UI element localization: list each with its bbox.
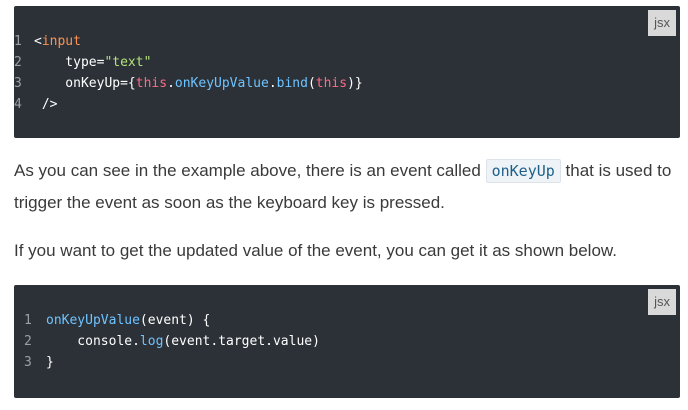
code-token: (event) { — [139, 313, 211, 328]
line-number: 2 — [24, 334, 32, 349]
code-line: 3} — [14, 352, 320, 373]
code-block-1: jsx 1 <input 2 type="text" 3 onKeyUp={this.… — [14, 6, 680, 138]
code-token: < — [34, 34, 42, 49]
code-token: console. — [46, 334, 140, 349]
code-lines: 1 <input 2 type="text" 3 onKeyUp={this.onKe… — [14, 31, 363, 115]
code-line: 1 onKeyUpValue(event) { — [14, 310, 320, 331]
code-token: onKeyUpValue — [174, 76, 269, 91]
code-token: "text" — [104, 55, 152, 70]
language-badge: jsx — [648, 10, 676, 36]
code-token: this — [135, 76, 168, 91]
code-token: /> — [34, 97, 58, 112]
code-token: ( — [307, 76, 316, 91]
code-line: 2 console.log(event.target.value) — [14, 331, 320, 352]
code-token: bind — [276, 76, 308, 91]
code-token: log — [139, 334, 164, 349]
language-badge: jsx — [648, 289, 676, 315]
line-number: 2 — [14, 55, 22, 70]
paragraph-event-description: As you can see in the example above, the… — [14, 155, 674, 219]
paragraph-text-before: As you can see in the example above, the… — [14, 161, 486, 180]
code-token: } — [46, 355, 54, 370]
inline-code-onkeyup: onKeyUp — [485, 159, 561, 183]
code-line: 2 type="text" — [14, 52, 363, 73]
code-line: 1 <input — [14, 31, 363, 52]
code-token: . — [268, 76, 277, 91]
code-line: 3 onKeyUp={this.onKeyUpValue.bind(this)} — [14, 73, 363, 94]
code-lines: 1 onKeyUpValue(event) { 2 console.log(even… — [14, 310, 320, 373]
code-line: 4 /> — [14, 94, 363, 115]
line-number: 1 — [24, 313, 32, 328]
line-number: 3 — [24, 355, 32, 370]
line-number: 4 — [14, 97, 22, 112]
code-token: )} — [347, 76, 363, 91]
code-token: this — [315, 76, 348, 91]
code-block-2: jsx 1 onKeyUpValue(event) { 2 console.log(… — [14, 285, 680, 398]
line-number: 1 — [14, 34, 22, 49]
code-token: (event.target.value) — [163, 334, 320, 349]
paragraph-updated-value: If you want to get the updated value of … — [14, 241, 617, 260]
line-number: 3 — [14, 76, 22, 91]
code-token: input — [41, 34, 81, 49]
code-token: onKeyUp={ — [34, 76, 136, 91]
code-token: onKeyUpValue — [46, 313, 140, 328]
code-token: . — [167, 76, 175, 91]
code-token: type= — [34, 55, 105, 70]
